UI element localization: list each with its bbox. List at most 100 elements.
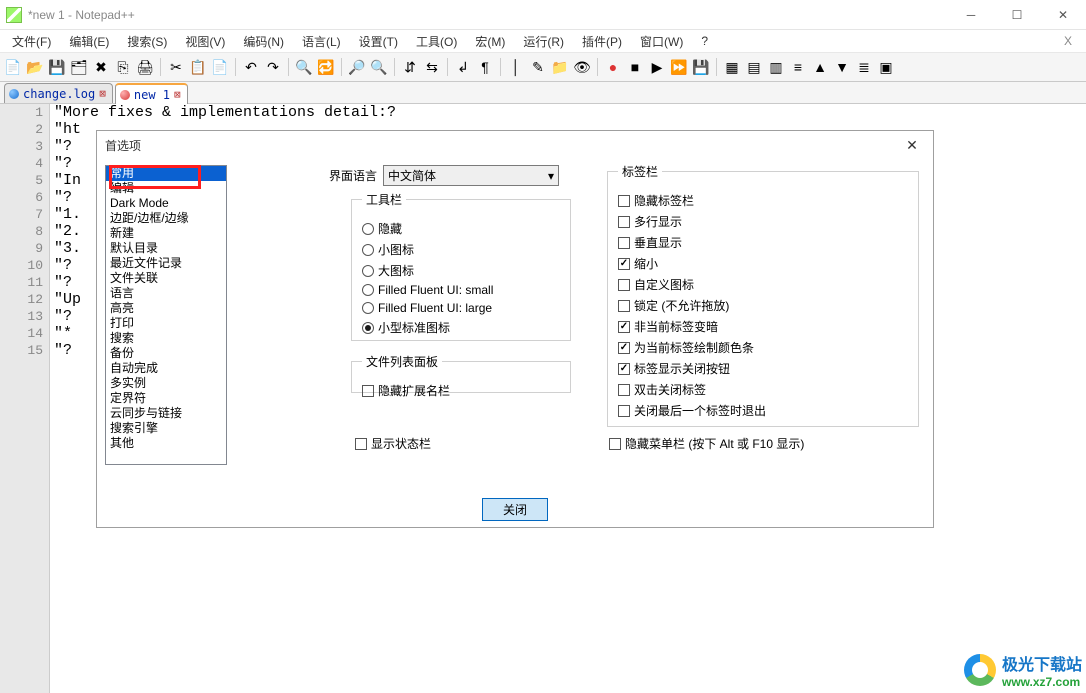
tab-new-1[interactable]: new 1 ⊠ xyxy=(115,83,188,104)
radio-option[interactable]: 大图标 xyxy=(362,262,560,279)
menu-language[interactable]: 语言(L) xyxy=(294,31,349,52)
checkbox-option[interactable]: 关闭最后一个标签时退出 xyxy=(618,402,908,419)
wordwrap-icon[interactable]: ↲ xyxy=(454,58,472,76)
preferences-category-item[interactable]: 多实例 xyxy=(106,376,226,391)
stop-icon[interactable]: ■ xyxy=(626,58,644,76)
radio-option[interactable]: 隐藏 xyxy=(362,220,560,237)
undo-icon[interactable]: ↶ xyxy=(242,58,260,76)
sync-h-icon[interactable]: ⇆ xyxy=(423,58,441,76)
monitor-icon[interactable]: 👁 xyxy=(573,58,591,76)
preferences-category-item[interactable]: 其他 xyxy=(106,436,226,451)
tab-change-log[interactable]: change.log ⊠ xyxy=(4,83,113,103)
show-statusbar-checkbox[interactable]: 显示状态栏 xyxy=(355,435,431,452)
checkbox-option[interactable]: 隐藏标签栏 xyxy=(618,192,908,209)
checkbox-option[interactable]: 双击关闭标签 xyxy=(618,381,908,398)
preferences-category-item[interactable]: 文件关联 xyxy=(106,271,226,286)
folder-icon[interactable]: 📁 xyxy=(551,58,569,76)
preferences-category-list[interactable]: 常用编辑Dark Mode边距/边框/边缘新建默认目录最近文件记录文件关联语言高… xyxy=(105,165,227,465)
indent-guide-icon[interactable]: │ xyxy=(507,58,525,76)
checkbox-option[interactable]: 多行显示 xyxy=(618,213,908,230)
menu-search[interactable]: 搜索(S) xyxy=(119,31,175,52)
radio-option[interactable]: Filled Fluent UI: small xyxy=(362,283,560,297)
replace-icon[interactable]: 🔁 xyxy=(317,58,335,76)
radio-option[interactable]: 小图标 xyxy=(362,241,560,258)
preferences-category-item[interactable]: 语言 xyxy=(106,286,226,301)
window-close-button[interactable]: ✕ xyxy=(1040,0,1086,30)
copy-icon[interactable]: 📋 xyxy=(189,58,207,76)
menu-window[interactable]: 窗口(W) xyxy=(632,31,691,52)
close-all-icon[interactable]: ⎘ xyxy=(114,58,132,76)
tab-close-icon[interactable]: ⊠ xyxy=(174,88,181,101)
menu-run[interactable]: 运行(R) xyxy=(515,31,572,52)
redo-icon[interactable]: ↷ xyxy=(264,58,282,76)
preferences-category-item[interactable]: 定界符 xyxy=(106,391,226,406)
save-all-icon[interactable]: 🗂 xyxy=(70,58,88,76)
tb-misc3-icon[interactable]: ▥ xyxy=(767,58,785,76)
sync-v-icon[interactable]: ⇵ xyxy=(401,58,419,76)
checkbox-option[interactable]: 垂直显示 xyxy=(618,234,908,251)
open-file-icon[interactable]: 📂 xyxy=(26,58,44,76)
menu-encoding[interactable]: 编码(N) xyxy=(235,31,292,52)
fastfwd-icon[interactable]: ⏩ xyxy=(670,58,688,76)
checkbox-option[interactable]: 非当前标签变暗 xyxy=(618,318,908,335)
cut-icon[interactable]: ✂ xyxy=(167,58,185,76)
radio-option[interactable]: Filled Fluent UI: large xyxy=(362,301,560,315)
preferences-category-item[interactable]: 高亮 xyxy=(106,301,226,316)
preferences-category-item[interactable]: 打印 xyxy=(106,316,226,331)
checkbox-option[interactable]: 缩小 xyxy=(618,255,908,272)
new-file-icon[interactable]: 📄 xyxy=(4,58,22,76)
checkbox-option[interactable]: 自定义图标 xyxy=(618,276,908,293)
preferences-category-item[interactable]: 常用 xyxy=(106,166,226,181)
play-icon[interactable]: ▶ xyxy=(648,58,666,76)
menu-settings[interactable]: 设置(T) xyxy=(351,31,406,52)
preferences-category-item[interactable]: 编辑 xyxy=(106,181,226,196)
preferences-category-item[interactable]: 自动完成 xyxy=(106,361,226,376)
close-file-icon[interactable]: ✖ xyxy=(92,58,110,76)
zoom-out-icon[interactable]: 🔍 xyxy=(370,58,388,76)
menu-view[interactable]: 视图(V) xyxy=(177,31,233,52)
checkbox-option[interactable]: 为当前标签绘制颜色条 xyxy=(618,339,908,356)
preferences-category-item[interactable]: 云同步与链接 xyxy=(106,406,226,421)
tab-close-icon[interactable]: ⊠ xyxy=(99,87,106,100)
preferences-category-item[interactable]: 新建 xyxy=(106,226,226,241)
preferences-category-item[interactable]: 搜索引擎 xyxy=(106,421,226,436)
preferences-category-item[interactable]: 默认目录 xyxy=(106,241,226,256)
menu-edit[interactable]: 编辑(E) xyxy=(61,31,117,52)
preferences-category-item[interactable]: 边距/边框/边缘 xyxy=(106,211,226,226)
menu-plugins[interactable]: 插件(P) xyxy=(574,31,630,52)
preferences-category-item[interactable]: 备份 xyxy=(106,346,226,361)
tb-misc7-icon[interactable]: ≣ xyxy=(855,58,873,76)
tb-misc5-icon[interactable]: ▲ xyxy=(811,58,829,76)
preferences-category-item[interactable]: 搜索 xyxy=(106,331,226,346)
preferences-category-item[interactable]: 最近文件记录 xyxy=(106,256,226,271)
tb-misc6-icon[interactable]: ▼ xyxy=(833,58,851,76)
print-icon[interactable]: 🖨 xyxy=(136,58,154,76)
tb-misc4-icon[interactable]: ≡ xyxy=(789,58,807,76)
menu-help[interactable]: ? xyxy=(693,32,716,50)
zoom-in-icon[interactable]: 🔎 xyxy=(348,58,366,76)
find-icon[interactable]: 🔍 xyxy=(295,58,313,76)
radio-option[interactable]: 小型标准图标 xyxy=(362,319,560,336)
dialog-close-footer-button[interactable]: 关闭 xyxy=(482,498,548,521)
savemacro-icon[interactable]: 💾 xyxy=(692,58,710,76)
record-icon[interactable]: ● xyxy=(604,58,622,76)
menu-tools[interactable]: 工具(O) xyxy=(408,31,465,52)
show-all-icon[interactable]: ¶ xyxy=(476,58,494,76)
menu-file[interactable]: 文件(F) xyxy=(4,31,59,52)
menubar-close-icon[interactable]: X xyxy=(1064,34,1072,48)
tb-misc2-icon[interactable]: ▤ xyxy=(745,58,763,76)
window-maximize-button[interactable]: ☐ xyxy=(994,0,1040,30)
tb-misc1-icon[interactable]: ▦ xyxy=(723,58,741,76)
preferences-category-item[interactable]: Dark Mode xyxy=(106,196,226,211)
checkbox-option[interactable]: 锁定 (不允许拖放) xyxy=(618,297,908,314)
window-minimize-button[interactable]: ─ xyxy=(948,0,994,30)
paste-icon[interactable]: 📄 xyxy=(211,58,229,76)
hide-menubar-checkbox[interactable]: 隐藏菜单栏 (按下 Alt 或 F10 显示) xyxy=(609,435,804,452)
userdef-icon[interactable]: ✎ xyxy=(529,58,547,76)
tb-misc8-icon[interactable]: ▣ xyxy=(877,58,895,76)
dialog-close-button[interactable]: ✕ xyxy=(899,135,925,155)
save-icon[interactable]: 💾 xyxy=(48,58,66,76)
language-select[interactable]: 中文简体 ▾ xyxy=(383,165,559,186)
menu-macro[interactable]: 宏(M) xyxy=(467,31,513,52)
checkbox-option[interactable]: 隐藏扩展名栏 xyxy=(362,382,560,399)
